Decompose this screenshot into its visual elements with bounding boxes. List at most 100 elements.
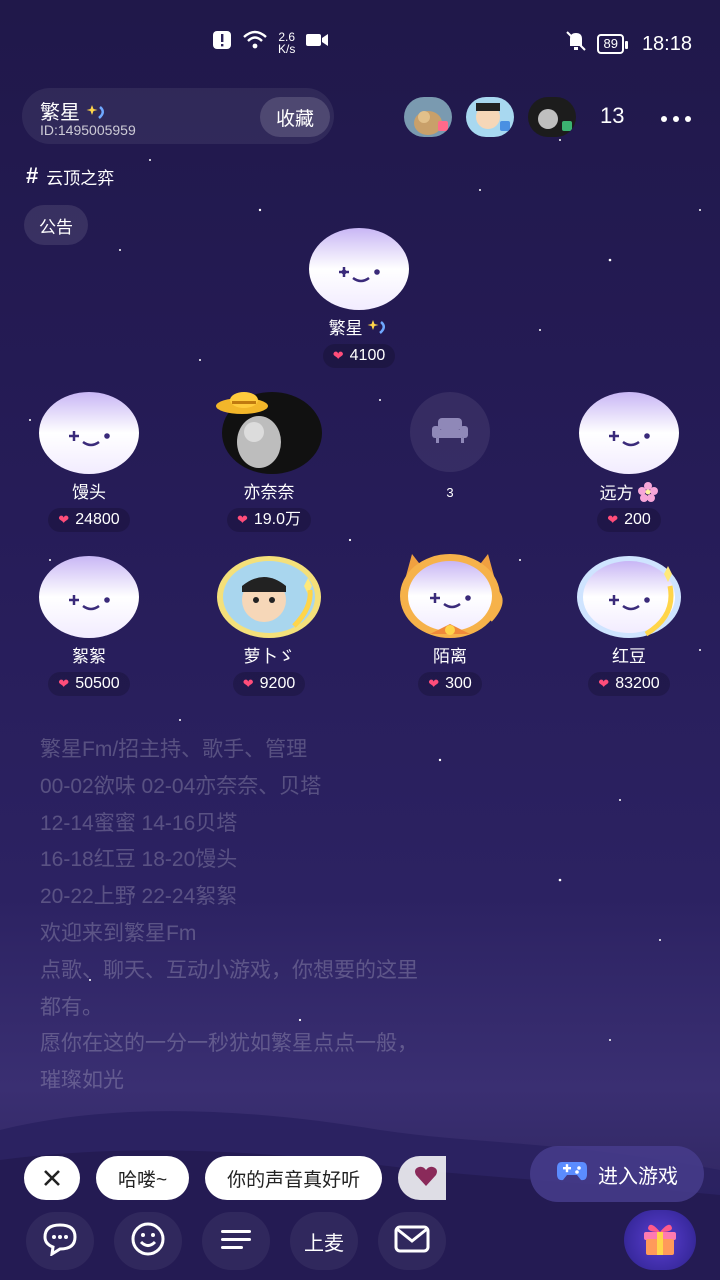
notification-alert-icon (212, 30, 232, 55)
empty-seat[interactable] (410, 392, 490, 472)
seat-score: ❤ 83200 (588, 672, 670, 696)
gift-icon (640, 1218, 680, 1263)
announcement-line: 璀璨如光 (40, 1069, 124, 1093)
seat-7[interactable]: 陌离 ❤ 300 (370, 554, 530, 696)
enter-game-button[interactable]: 进入游戏 (530, 1146, 704, 1202)
announcement-line: 点歌、聊天、互动小游戏，你想要的这里 (40, 958, 418, 982)
heart-icon: ❤ (428, 676, 440, 691)
seat-score: ❤ 19.0万 (226, 508, 312, 532)
seat-name: 亦奈奈 (243, 483, 295, 502)
default-avatar-icon (39, 392, 139, 474)
join-mic-button[interactable]: 上麦 (290, 1212, 358, 1270)
seat-name: 远方 (549, 482, 709, 504)
announcement-line: 20-22上野 22-24絮絮 (40, 885, 238, 909)
favorite-button[interactable]: 收藏 (260, 97, 330, 137)
seat-name: 繁星 (279, 318, 439, 340)
video-icon (305, 32, 329, 53)
seat-name: 3 (446, 485, 454, 500)
seat-name: 陌离 (433, 647, 467, 666)
room-tag-label: 云顶之弈 (46, 168, 115, 188)
seat-1[interactable]: 馒头 ❤ 24800 (9, 392, 169, 532)
chat-bubble-icon (42, 1222, 78, 1261)
gamepad-icon (556, 1160, 588, 1188)
announcement-line: 都有。 (40, 995, 103, 1019)
clock: 18:18 (641, 32, 692, 55)
gift-button[interactable] (624, 1210, 696, 1270)
heart-icon (414, 1165, 438, 1192)
avatar-with-frame (400, 554, 503, 638)
quick-reply-chip[interactable]: 你的声音真好听 (205, 1156, 383, 1200)
default-avatar-icon (39, 556, 139, 638)
heart-icon: ❤ (332, 348, 344, 363)
seat-name: 馒头 (72, 483, 106, 502)
enter-game-label: 进入游戏 (598, 1165, 678, 1188)
menu-icon (221, 1228, 251, 1255)
avatar[interactable] (404, 97, 452, 137)
seat-score: ❤ 9200 (232, 672, 306, 696)
quick-reply-chip[interactable] (398, 1156, 447, 1200)
seat-2[interactable]: 亦奈奈 ❤ 19.0万 (189, 392, 349, 532)
message-button[interactable] (378, 1212, 446, 1270)
announcement-line: 愿你在这的一分一秒犹如繁星点点一般， (40, 1032, 418, 1056)
emoji-button[interactable] (114, 1212, 182, 1270)
sparkle-star-icon (367, 319, 389, 338)
room-name: 繁星 (40, 96, 108, 125)
seat-name: 萝卜ゞ (243, 647, 295, 666)
flower-icon (638, 482, 659, 503)
heart-icon: ❤ (607, 512, 619, 527)
chat-button[interactable] (26, 1212, 94, 1270)
seat-8[interactable]: 红豆 ❤ 83200 (549, 556, 709, 696)
status-right: 89 18:18 (565, 30, 692, 58)
seat-4[interactable]: 远方 ❤ 200 (549, 392, 709, 532)
quick-reply-chip[interactable]: 哈喽~ (96, 1156, 190, 1200)
seat-score: ❤ 4100 (322, 344, 396, 368)
host-seat[interactable]: 繁星 ❤ 4100 (279, 228, 439, 368)
hashtag-icon: # (26, 163, 39, 188)
battery-icon: 89 (597, 34, 629, 54)
more-options-button[interactable] (656, 100, 696, 134)
default-avatar-icon (579, 392, 679, 474)
avatar (216, 392, 322, 474)
announcement-line: 12-14蜜蜜 14-16贝塔 (40, 811, 238, 835)
sofa-icon (430, 416, 470, 449)
notice-button[interactable]: 公告 (24, 205, 88, 245)
bottom-toolbar: 上麦 (0, 1210, 720, 1274)
avatar[interactable] (466, 97, 514, 137)
room-tag[interactable]: # 云顶之弈 (26, 163, 114, 189)
seat-5[interactable]: 絮絮 ❤ 50500 (9, 556, 169, 696)
close-quick-replies-button[interactable] (24, 1156, 80, 1200)
online-count[interactable]: 13 (600, 103, 624, 129)
net-speed: 2.6 K/s (278, 29, 296, 56)
announcement-line: 00-02欲味 02-04亦奈奈、贝塔 (40, 774, 322, 798)
avatar (217, 556, 321, 638)
seat-score: ❤ 50500 (48, 672, 130, 696)
announcement-text: 繁星Fm/招主持、歌手、管理 00-02欲味 02-04亦奈奈、贝塔 12-14… (40, 732, 520, 1100)
announcement-line: 欢迎来到繁星Fm (40, 921, 197, 945)
status-bar: 2.6 K/s 89 18:18 (0, 0, 720, 84)
announcement-line: 繁星Fm/招主持、歌手、管理 (40, 738, 308, 761)
seat-score: ❤ 24800 (48, 508, 130, 532)
menu-button[interactable] (202, 1212, 270, 1270)
heart-icon: ❤ (58, 676, 70, 691)
announcement-line: 16-18红豆 18-20馒头 (40, 848, 238, 872)
wifi-icon (242, 30, 268, 55)
avatar[interactable] (528, 97, 576, 137)
status-center: 2.6 K/s (212, 30, 329, 55)
close-icon (43, 1163, 61, 1194)
quick-replies: 哈喽~ 你的声音真好听 (24, 1156, 447, 1200)
seat-6[interactable]: 萝卜ゞ ❤ 9200 (189, 556, 349, 696)
mute-bell-icon (565, 30, 587, 58)
emoji-icon (130, 1221, 166, 1262)
seat-3[interactable]: 3 (370, 392, 530, 504)
mail-icon (394, 1225, 430, 1258)
seat-score: ❤ 300 (418, 672, 482, 696)
seat-name: 红豆 (612, 647, 646, 666)
seat-score: ❤ 200 (597, 508, 661, 532)
heart-icon: ❤ (598, 676, 610, 691)
seat-name: 絮絮 (72, 647, 106, 666)
heart-icon: ❤ (58, 512, 70, 527)
online-avatars[interactable] (404, 97, 576, 137)
sparkle-star-icon (86, 102, 108, 124)
avatar-with-frame (577, 556, 681, 638)
room-id: ID:1495005959 (40, 122, 136, 138)
